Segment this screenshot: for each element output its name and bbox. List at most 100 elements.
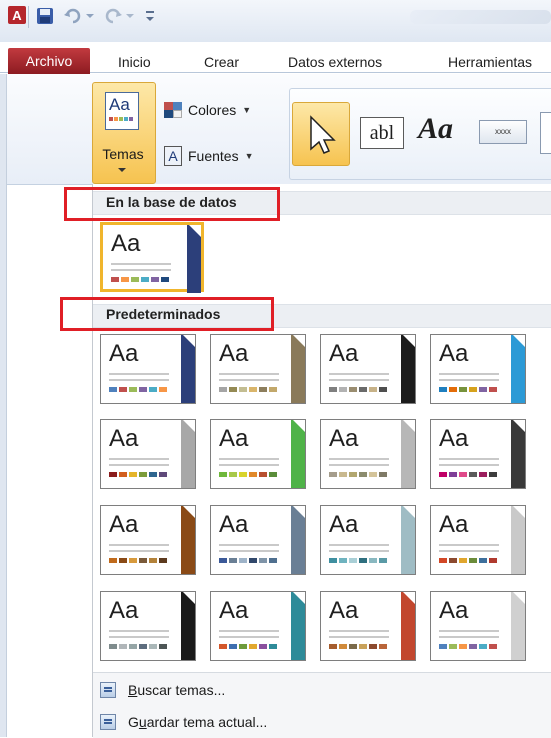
theme-thumbnail[interactable]: Aa: [210, 334, 306, 404]
theme-thumbnail[interactable]: Aa: [210, 505, 306, 575]
browse-themes-item[interactable]: Buscar temas...: [100, 682, 225, 698]
page-fold-icon: [183, 506, 195, 518]
theme-sample-text: Aa: [109, 597, 139, 624]
theme-thumbnail[interactable]: Aa: [210, 591, 306, 661]
palette-icon: [164, 102, 182, 118]
theme-text-line: [219, 636, 279, 638]
theme-text-line: [111, 269, 171, 271]
textbox-control-button[interactable]: abl: [360, 117, 404, 149]
tab-crear[interactable]: Crear: [204, 54, 239, 70]
theme-text-line: [439, 458, 499, 460]
theme-thumbnail[interactable]: Aa: [320, 334, 416, 404]
theme-text-line: [439, 550, 499, 552]
save-icon[interactable]: [36, 6, 54, 26]
page-fold-icon: [183, 592, 195, 604]
fonts-label: Fuentes: [188, 148, 239, 164]
theme-text-line: [439, 636, 499, 638]
theme-thumbnail[interactable]: Aa: [430, 419, 526, 489]
theme-color-swatches: [109, 644, 167, 649]
chevron-down-icon: [118, 168, 126, 172]
theme-thumbnail[interactable]: Aa: [210, 419, 306, 489]
label-control-button[interactable]: Aa: [418, 112, 453, 146]
theme-text-line: [439, 464, 499, 466]
theme-text-line: [109, 458, 169, 460]
theme-color-swatches: [109, 558, 167, 563]
theme-text-line: [219, 458, 279, 460]
page-fold-icon: [403, 335, 415, 347]
fonts-button[interactable]: A Fuentes ▼: [164, 146, 254, 166]
theme-color-swatches: [219, 558, 277, 563]
theme-text-line: [219, 630, 279, 632]
theme-text-line: [329, 636, 389, 638]
page-fold-icon: [403, 592, 415, 604]
theme-sample-text: Aa: [439, 425, 469, 452]
theme-text-line: [109, 373, 169, 375]
tab-archivo[interactable]: Archivo: [8, 48, 90, 74]
theme-color-swatches: [329, 387, 387, 392]
highlight-box-default: [60, 297, 274, 331]
theme-thumbnail[interactable]: Aa: [320, 505, 416, 575]
theme-thumbnail[interactable]: Aa: [100, 419, 196, 489]
redo-icon[interactable]: [102, 6, 136, 26]
themes-icon: Aa: [105, 92, 139, 130]
theme-thumbnail[interactable]: Aa: [430, 591, 526, 661]
browse-themes-icon: [100, 682, 116, 698]
theme-thumbnail-current[interactable]: Aa: [100, 222, 204, 293]
more-controls-edge: [540, 112, 551, 154]
theme-text-line: [109, 379, 169, 381]
save-theme-item[interactable]: Guardar tema actual...: [100, 714, 267, 730]
theme-text-line: [329, 630, 389, 632]
theme-sample-text: Aa: [439, 340, 469, 367]
theme-sample-text: Aa: [439, 597, 469, 624]
theme-text-line: [439, 379, 499, 381]
theme-sample-text: Aa: [219, 425, 249, 452]
theme-sample-text: Aa: [329, 340, 359, 367]
page-fold-icon: [513, 592, 525, 604]
tab-datos-externos[interactable]: Datos externos: [288, 54, 382, 70]
theme-thumbnail[interactable]: Aa: [100, 591, 196, 661]
colors-button[interactable]: Colores ▼: [164, 102, 251, 118]
undo-icon[interactable]: [62, 6, 96, 26]
page-fold-icon: [513, 335, 525, 347]
theme-text-line: [219, 379, 279, 381]
theme-thumbnail[interactable]: Aa: [100, 505, 196, 575]
theme-thumbnail[interactable]: Aa: [100, 334, 196, 404]
theme-thumbnail[interactable]: Aa: [430, 505, 526, 575]
font-icon: A: [164, 146, 182, 166]
theme-text-line: [439, 544, 499, 546]
theme-text-line: [111, 263, 171, 265]
theme-thumbnail[interactable]: Aa: [320, 591, 416, 661]
theme-text-line: [219, 550, 279, 552]
theme-color-swatches: [219, 472, 277, 477]
theme-color-swatches: [109, 387, 167, 392]
highlight-box-database: [64, 187, 280, 221]
theme-sample-text: Aa: [329, 511, 359, 538]
theme-text-line: [219, 373, 279, 375]
left-pane-edge: [0, 74, 7, 737]
theme-text-line: [109, 630, 169, 632]
theme-text-line: [329, 544, 389, 546]
theme-sample-text: Aa: [109, 425, 139, 452]
theme-color-swatches: [219, 644, 277, 649]
tab-herramientas[interactable]: Herramientas: [448, 54, 532, 70]
chevron-down-icon: ▼: [242, 105, 252, 115]
page-fold-icon: [293, 420, 305, 432]
button-control-button[interactable]: xxxx: [479, 120, 527, 144]
browse-themes-label: Buscar temas...: [128, 682, 226, 698]
theme-text-line: [439, 373, 499, 375]
theme-sample-text: Aa: [219, 340, 249, 367]
theme-sample-text: Aa: [109, 340, 139, 367]
select-button[interactable]: [292, 102, 350, 166]
page-fold-icon: [293, 335, 305, 347]
theme-sample-text: Aa: [329, 597, 359, 624]
theme-color-swatches: [329, 644, 387, 649]
theme-text-line: [109, 464, 169, 466]
theme-thumbnail[interactable]: Aa: [320, 419, 416, 489]
tab-inicio[interactable]: Inicio: [118, 54, 151, 70]
customize-toolbar-icon[interactable]: [144, 6, 156, 26]
save-theme-label: Guardar tema actual...: [128, 714, 268, 730]
theme-sample-text: Aa: [329, 425, 359, 452]
theme-thumbnail[interactable]: Aa: [430, 334, 526, 404]
theme-color-swatches: [439, 472, 497, 477]
theme-text-line: [329, 373, 389, 375]
